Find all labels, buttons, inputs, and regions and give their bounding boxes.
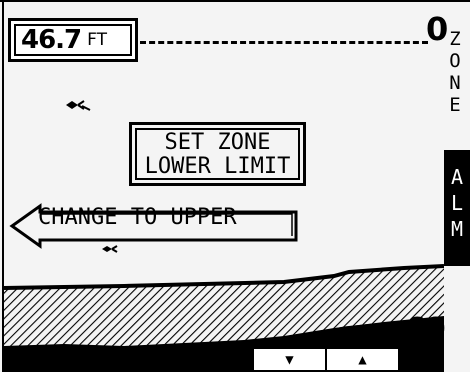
down-button[interactable]: ▼: [254, 349, 325, 370]
set-zone-prompt: SET ZONE LOWER LIMIT: [129, 122, 306, 186]
prompt-line-2: LOWER LIMIT: [144, 154, 291, 179]
prompt-line-1: SET ZONE: [164, 130, 271, 155]
water-temp-icon: [406, 354, 432, 368]
depth-unit: FT: [87, 30, 108, 50]
frame-top: [0, 0, 470, 2]
up-arrow-icon: ▲: [358, 351, 367, 368]
zone-letter: O: [449, 50, 461, 72]
depth-value: 46.7: [21, 25, 82, 55]
zone-limit-line: [140, 41, 428, 44]
zone-letter: Z: [449, 28, 461, 50]
depth-readout: 46.7 FT: [8, 18, 138, 62]
change-to-upper-label: CHANGE TO UPPER: [38, 205, 237, 230]
zone-label: Z O N E: [447, 28, 463, 116]
alarm-letter: M: [450, 217, 464, 241]
range-nav: ▼ ▲: [252, 347, 400, 372]
up-button[interactable]: ▲: [325, 349, 398, 370]
sonar-screen: 46.7 FT 0 Z O N E A L M SET ZONE LOWER L…: [0, 0, 470, 372]
zone-letter: N: [449, 72, 461, 94]
alarm-letter: L: [450, 191, 464, 215]
scale-bottom-value: 60: [405, 312, 446, 347]
alarm-letter: A: [450, 165, 464, 189]
scale-top-value: 0: [426, 10, 449, 48]
zone-letter: E: [449, 94, 461, 116]
alarm-indicator: A L M: [444, 150, 470, 266]
down-arrow-icon: ▼: [285, 351, 294, 368]
fish-icon: [66, 100, 91, 111]
